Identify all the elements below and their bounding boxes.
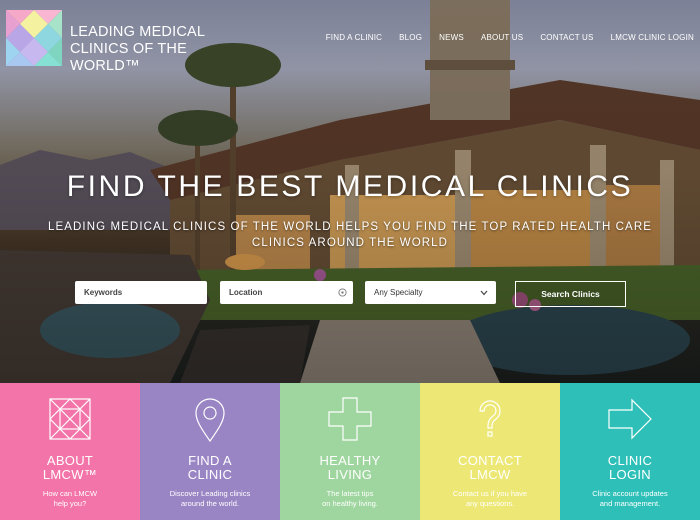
tile-description: The latest tips on healthy living. [322, 489, 378, 508]
feature-tiles: ABOUT LMCW™ How can LMCW help you? FIND AC… [0, 383, 700, 520]
nav-news[interactable]: NEWS [439, 33, 464, 42]
tile-healthy-living[interactable]: HEALTHY LIVING The latest tips on healthy … [280, 383, 420, 520]
diamond-grid-icon [49, 398, 91, 440]
nav-blog[interactable]: BLOG [399, 33, 422, 42]
tile-title: FIND A CLINIC [187, 453, 233, 482]
tile-description: How can LMCW help you? [42, 489, 98, 508]
clinic-search-form: Any Specialty Search Clinics [75, 281, 626, 307]
geometric-triangle-logo-icon [6, 10, 62, 66]
plus-cross-icon [328, 397, 372, 441]
target-icon[interactable] [338, 288, 347, 297]
map-pin-icon [195, 398, 225, 443]
tile-clinic-login[interactable]: CLINIC LOGIN Clinic account updates and ma… [560, 383, 700, 520]
tile-description: Contact us if you have any questions. [452, 489, 528, 508]
hero-banner: LEADING MEDICAL CLINICS OF THE WORLD™ FI… [0, 0, 700, 383]
tile-title: CLINIC LOGIN [607, 453, 653, 482]
hero-subline: LEADING MEDICAL CLINICS OF THE WORLD HEL… [47, 221, 652, 249]
nav-clinic-login[interactable]: LMCW CLINIC LOGIN [611, 33, 694, 42]
keywords-field[interactable] [75, 281, 207, 304]
location-input[interactable] [229, 288, 353, 297]
tile-about-lmcw[interactable]: ABOUT LMCW™ How can LMCW help you? [0, 383, 140, 520]
brand-name: LEADING MEDICAL CLINICS OF THE WORLD™ [70, 24, 205, 74]
nav-find-a-clinic[interactable]: FIND A CLINIC [326, 33, 382, 42]
nav-about-us[interactable]: ABOUT US [481, 33, 523, 42]
hero-headline: FIND THE BEST MEDICAL CLINICS [66, 170, 634, 203]
tile-contact-lmcw[interactable]: CONTACT LMCW Contact us if you have any qu… [420, 383, 560, 520]
chevron-down-icon [480, 290, 488, 295]
search-clinics-button[interactable]: Search Clinics [515, 281, 626, 307]
tile-description: Clinic account updates and management. [592, 489, 668, 508]
main-nav: FIND A CLINIC BLOG NEWS ABOUT US CONTACT… [326, 33, 694, 42]
tile-title: ABOUT LMCW™ [42, 453, 98, 482]
arrow-right-icon [608, 398, 652, 440]
nav-contact-us[interactable]: CONTACT US [540, 33, 593, 42]
keywords-input[interactable] [84, 288, 207, 297]
location-field[interactable] [220, 281, 353, 304]
tile-find-a-clinic[interactable]: FIND A CLINIC Discover Leading clinics aro… [140, 383, 280, 520]
question-mark-icon [479, 400, 501, 437]
tile-title: CONTACT LMCW [458, 453, 522, 482]
tile-title: HEALTHY LIVING [319, 453, 381, 482]
site-logo[interactable]: LEADING MEDICAL CLINICS OF THE WORLD™ [6, 10, 260, 75]
specialty-selected-value: Any Specialty [374, 288, 423, 297]
tile-description: Discover Leading clinics around the world… [169, 489, 251, 508]
specialty-select[interactable]: Any Specialty [365, 281, 496, 304]
